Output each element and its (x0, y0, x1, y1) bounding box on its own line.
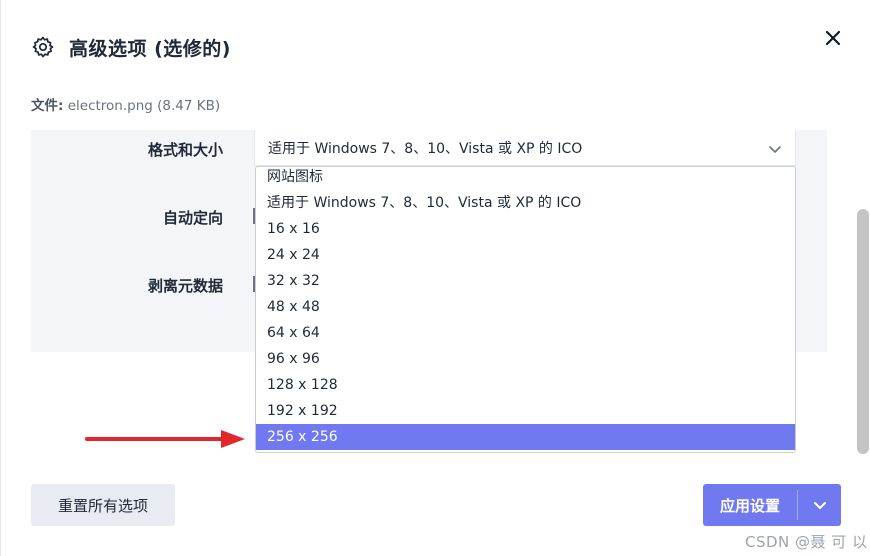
dropdown-option[interactable]: 适用于 Windows 7、8、10、Vista 或 XP 的 ICO (256, 190, 795, 216)
file-value: electron.png (8.47 KB) (67, 98, 221, 114)
reset-button-label: 重置所有选项 (57, 496, 148, 515)
gear-icon (32, 36, 54, 58)
chevron-down-icon (769, 146, 781, 154)
dropdown-option[interactable]: 32 x 32 (256, 268, 795, 294)
dropdown-option[interactable]: 192 x 192 (256, 398, 795, 424)
dropdown-option[interactable]: 128 x 128 (256, 372, 795, 398)
dropdown-option[interactable]: 96 x 96 (256, 346, 795, 372)
apply-button-label: 应用设置 (719, 496, 780, 515)
chevron-down-icon (813, 502, 826, 509)
dropdown-option[interactable]: 48 x 48 (256, 294, 795, 320)
apply-settings-button-group: 应用设置 (703, 484, 841, 526)
apply-options-toggle[interactable] (798, 484, 841, 526)
close-icon[interactable] (823, 28, 843, 48)
scrollbar-thumb[interactable] (857, 209, 869, 454)
dropdown-option[interactable]: 64 x 64 (256, 320, 795, 346)
apply-settings-button[interactable]: 应用设置 (703, 484, 797, 526)
reset-all-options-button[interactable]: 重置所有选项 (31, 484, 175, 526)
format-label: 格式和大小 (147, 141, 223, 159)
dialog-title: 高级选项 (选修的) (69, 37, 231, 60)
format-dropdown-list: 网站图标 适用于 Windows 7、8、10、Vista 或 XP 的 ICO… (255, 166, 796, 453)
dropdown-option[interactable]: 24 x 24 (256, 242, 795, 268)
file-info: 文件: electron.png (8.47 KB) (31, 94, 220, 114)
dropdown-option[interactable]: 网站图标 (256, 167, 795, 190)
file-label: 文件: (31, 98, 64, 114)
dialog-header: 高级选项 (选修的) (31, 32, 231, 62)
auto-orient-label: 自动定向 (162, 209, 223, 227)
watermark: CSDN @聂 可 以 (745, 533, 868, 551)
format-select-value: 适用于 Windows 7、8、10、Vista 或 XP 的 ICO (268, 141, 583, 157)
dropdown-option[interactable]: 16 x 16 (256, 216, 795, 242)
advanced-options-dialog: 高级选项 (选修的) 文件: electron.png (8.47 KB) 格式… (0, 0, 870, 556)
strip-metadata-label: 剥离元数据 (147, 277, 223, 295)
dropdown-option-highlighted[interactable]: 256 x 256 (256, 424, 795, 450)
format-select[interactable]: 适用于 Windows 7、8、10、Vista 或 XP 的 ICO (254, 130, 796, 166)
red-arrow-annotation (85, 430, 245, 448)
